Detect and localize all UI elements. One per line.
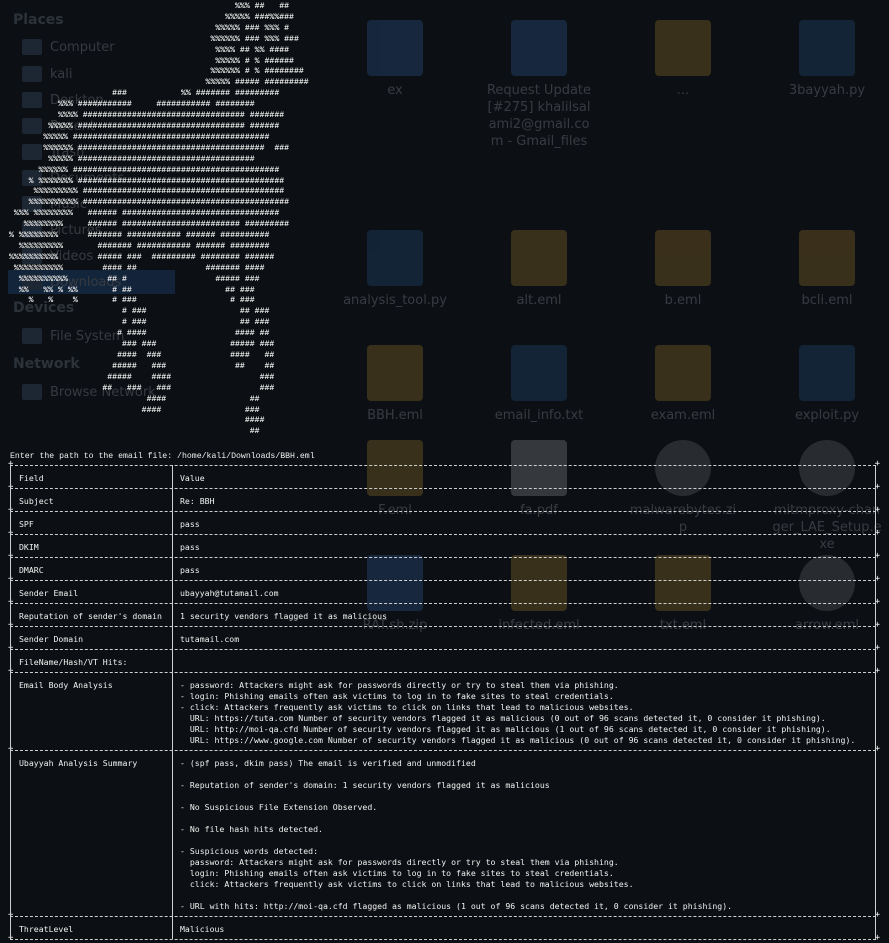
table-column-border xyxy=(10,488,11,511)
table-row-field: Reputation of sender's domain xyxy=(19,611,162,621)
table-column-border xyxy=(875,672,876,750)
terminal-output: %%% ## ## %%%%% ###%%### %%%%% ### %%% #… xyxy=(0,0,889,943)
table-column-border xyxy=(172,465,173,488)
table-row-field: SPF xyxy=(19,519,34,529)
body-analysis-row-field: Email Body Analysis xyxy=(19,680,113,690)
threat-level-row-value: Malicious xyxy=(180,924,225,934)
table-column-border xyxy=(172,603,173,626)
table-column-border xyxy=(10,626,11,649)
table-column-border xyxy=(172,750,173,916)
table-row-field: Sender Domain xyxy=(19,634,84,644)
table-separator xyxy=(8,643,880,653)
table-column-border xyxy=(875,580,876,603)
table-row-value: ubayyah@tutamail.com xyxy=(180,588,279,598)
table-column-border xyxy=(172,672,173,750)
table-separator xyxy=(8,551,880,561)
table-column-border xyxy=(875,465,876,488)
summary-row-value: - (spf pass, dkim pass) The email is ver… xyxy=(180,758,476,768)
summary-row-value: click: Attackers frequently ask victims … xyxy=(180,879,634,889)
path-prompt: Enter the path to the email file: /home/… xyxy=(10,452,315,461)
table-row-value: Re: BBH xyxy=(180,496,215,506)
summary-row-value: - URL with hits: http://moi-qa.cfd flagg… xyxy=(180,901,733,911)
table-row-value: pass xyxy=(180,519,200,529)
summary-row-value: - No Suspicious File Extension Observed. xyxy=(180,802,378,812)
table-column-border xyxy=(10,916,11,939)
table-column-border xyxy=(172,626,173,649)
table-column-border xyxy=(875,626,876,649)
table-separator xyxy=(8,910,880,920)
table-column-border xyxy=(875,557,876,580)
body-analysis-row-value: URL: https://tuta.com Number of security… xyxy=(180,713,826,723)
table-row-field: DKIM xyxy=(19,542,39,552)
table-separator xyxy=(8,744,880,754)
table-separator xyxy=(8,666,880,676)
table-separator xyxy=(8,459,880,469)
body-analysis-row-value: URL: http://moi-qa.cfd Number of securit… xyxy=(180,724,831,734)
summary-row-field: Ubayyah Analysis Summary xyxy=(19,758,138,768)
table-row-value: pass xyxy=(180,542,200,552)
table-column-border xyxy=(10,750,11,916)
table-column-border xyxy=(875,649,876,672)
table-row-field: FileName/Hash/VT Hits: xyxy=(19,657,128,667)
summary-row-value: login: Phishing emails often ask victims… xyxy=(180,868,614,878)
summary-row-value: password: Attackers might ask for passwo… xyxy=(180,857,619,867)
table-separator xyxy=(8,574,880,584)
table-column-border xyxy=(10,511,11,534)
ascii-art-banner: %%% ## ## %%%%% ###%%### %%%%% ### %%% #… xyxy=(9,2,309,437)
summary-row-value: - Reputation of sender's domain: 1 secur… xyxy=(180,780,550,790)
table-column-border xyxy=(10,465,11,488)
table-row-field: DMARC xyxy=(19,565,44,575)
table-row-field: Subject xyxy=(19,496,54,506)
table-column-border xyxy=(875,488,876,511)
table-column-border xyxy=(172,916,173,939)
table-column-border xyxy=(875,534,876,557)
table-header-value: Value xyxy=(180,473,205,483)
body-analysis-row-value: URL: https://www.google.com Number of se… xyxy=(180,735,856,745)
body-analysis-row-value: - password: Attackers might ask for pass… xyxy=(180,680,619,690)
table-separator xyxy=(8,482,880,492)
table-column-border xyxy=(172,580,173,603)
table-column-border xyxy=(10,649,11,672)
table-separator xyxy=(8,933,880,943)
table-column-border xyxy=(172,649,173,672)
table-column-border xyxy=(10,672,11,750)
table-header-field: Field xyxy=(19,473,44,483)
threat-level-row-field: ThreatLevel xyxy=(19,924,74,934)
table-row-field: Sender Email xyxy=(19,588,79,598)
table-column-border xyxy=(875,916,876,939)
table-column-border xyxy=(172,488,173,511)
table-column-border xyxy=(10,534,11,557)
table-column-border xyxy=(10,603,11,626)
table-separator xyxy=(8,620,880,630)
table-separator xyxy=(8,528,880,538)
table-column-border xyxy=(172,534,173,557)
table-column-border xyxy=(875,511,876,534)
table-column-border xyxy=(172,511,173,534)
table-column-border xyxy=(10,557,11,580)
summary-row-value: - No file hash hits detected. xyxy=(180,824,323,834)
body-analysis-row-value: - login: Phishing emails often ask victi… xyxy=(180,691,614,701)
table-row-value: pass xyxy=(180,565,200,575)
table-separator xyxy=(8,597,880,607)
table-row-value: 1 security vendors flagged it as malicio… xyxy=(180,611,388,621)
table-column-border xyxy=(875,750,876,916)
body-analysis-row-value: - click: Attackers frequently ask victim… xyxy=(180,702,634,712)
table-separator xyxy=(8,505,880,515)
table-column-border xyxy=(10,580,11,603)
summary-row-value: - Suspicious words detected: xyxy=(180,846,319,856)
table-column-border xyxy=(172,557,173,580)
table-row-value: tutamail.com xyxy=(180,634,240,644)
table-column-border xyxy=(875,603,876,626)
